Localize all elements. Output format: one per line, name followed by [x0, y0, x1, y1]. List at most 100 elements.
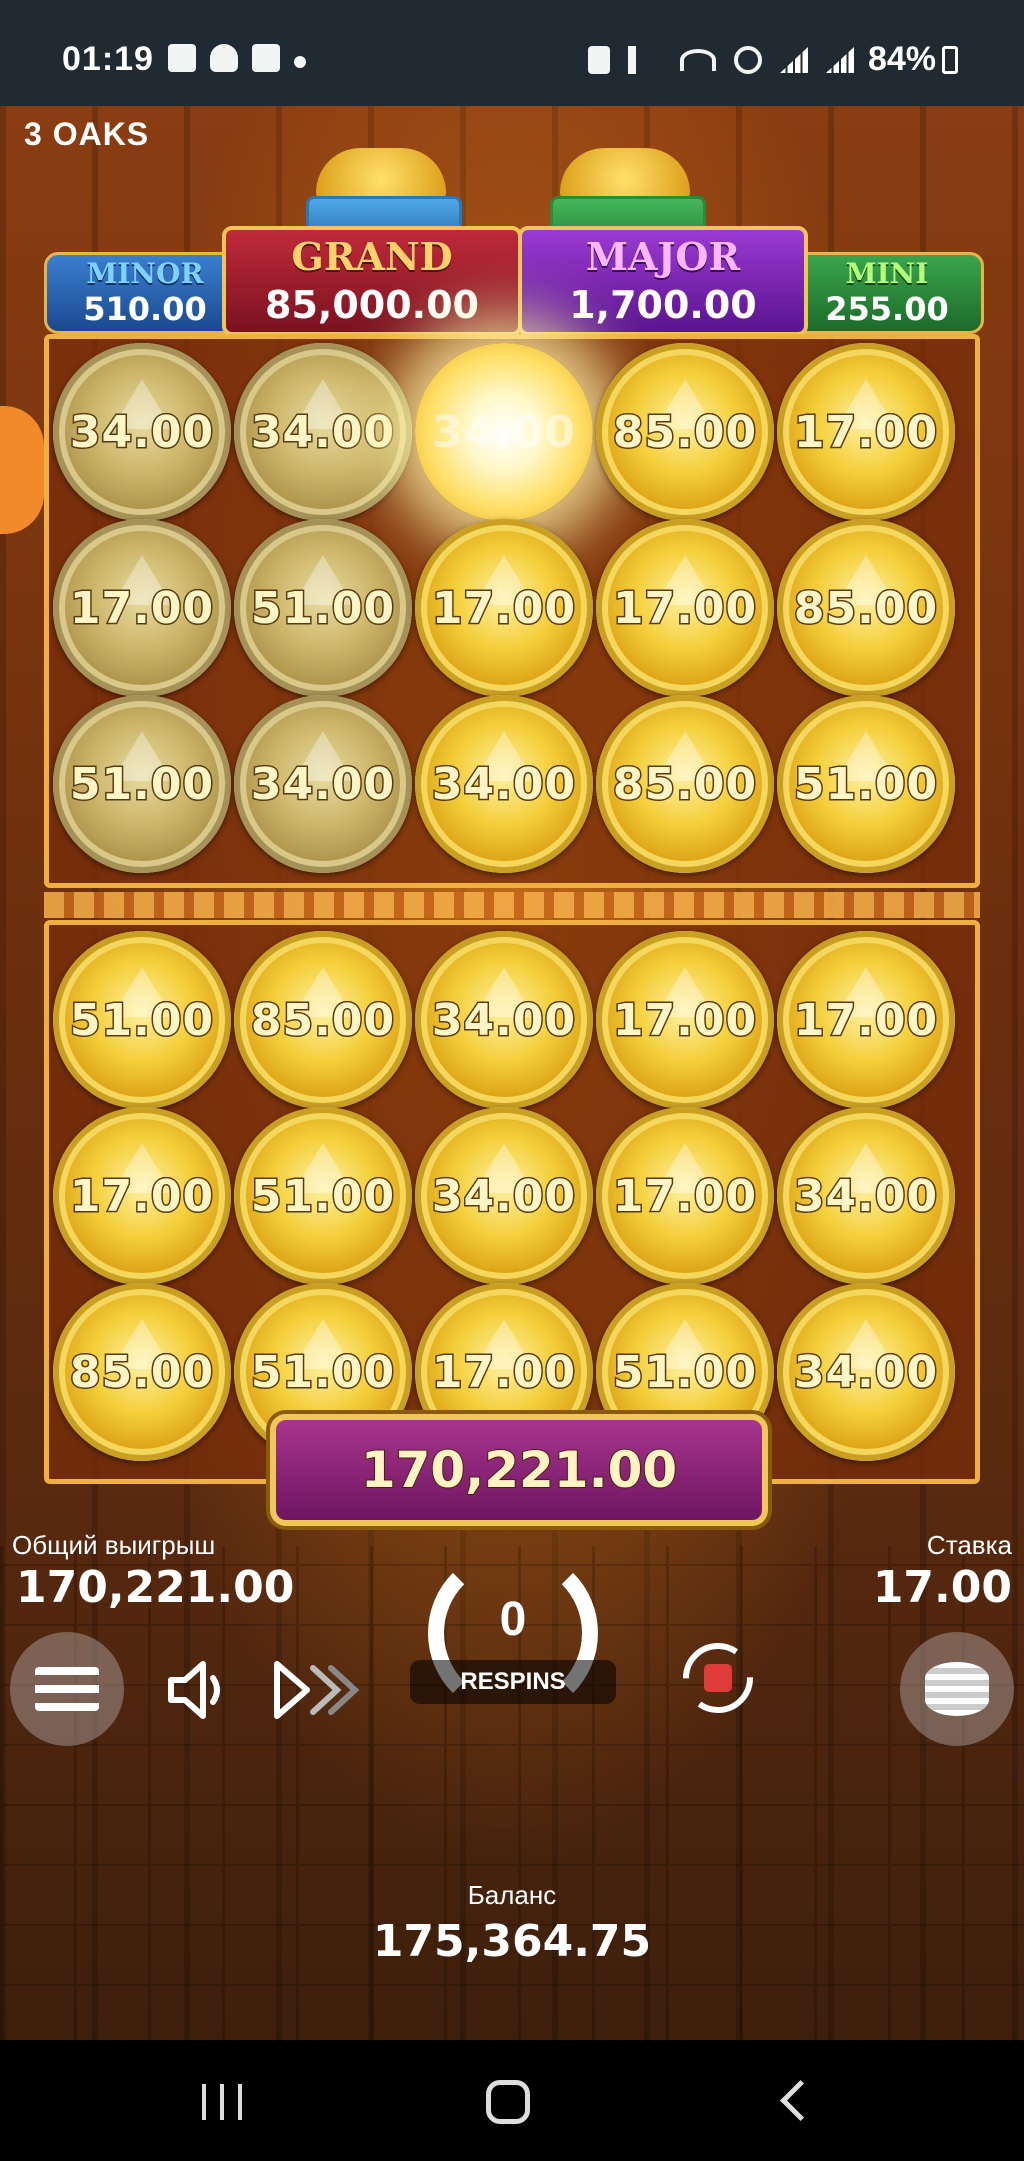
sound-button[interactable]: [160, 1650, 240, 1730]
coin-symbol: 34.00: [415, 931, 593, 1109]
coin-symbol: 17.00: [53, 1107, 231, 1285]
coin-value: 85.00: [611, 405, 758, 459]
coin-value: 17.00: [792, 405, 939, 459]
coin-value: 17.00: [68, 1169, 215, 1223]
coin-value: 34.00: [430, 993, 577, 1047]
coin-symbol: 85.00: [777, 519, 955, 697]
coin-symbol: 51.00: [53, 695, 231, 873]
coin-symbol: 34.00: [415, 1107, 593, 1285]
lock-icon: [588, 46, 610, 74]
spin-button[interactable]: 0 RESPINS: [410, 1548, 616, 1718]
hamburger-icon: [35, 1667, 99, 1711]
game-area[interactable]: 3 OAKS MINOR 510.00 MINI 255.00 GRAND 85…: [0, 106, 1024, 2040]
jackpot-minor-label: MINOR: [86, 257, 204, 290]
gallery-icon: [168, 44, 196, 72]
coin-value: 34.00: [249, 405, 396, 459]
side-panel-tab[interactable]: [0, 406, 44, 534]
coin-symbol: 51.00: [777, 695, 955, 873]
coin-symbol: 34.00: [53, 343, 231, 521]
bet-settings-button[interactable]: [900, 1632, 1014, 1746]
coin-value: 85.00: [611, 757, 758, 811]
system-icons: [588, 46, 854, 74]
fast-forward-icon: [274, 1661, 359, 1719]
jackpot-mini-label: MINI: [845, 257, 929, 290]
coin-value: 85.00: [792, 581, 939, 635]
bell-icon: [210, 44, 238, 72]
turbo-button[interactable]: [266, 1650, 362, 1730]
jackpot-major-label: MAJOR: [585, 234, 741, 279]
battery-percent: 84%: [867, 40, 936, 78]
autoplay-stop-icon: [683, 1643, 753, 1713]
coin-symbol: 34.00: [415, 695, 593, 873]
coin-value: 17.00: [792, 993, 939, 1047]
coin-symbol: 17.00: [777, 931, 955, 1109]
coin-symbol: 17.00: [53, 519, 231, 697]
coin-value: 17.00: [68, 581, 215, 635]
coin-value: 34.00: [68, 405, 215, 459]
coin-symbol: 51.00: [234, 519, 412, 697]
total-win-banner: 170,221.00: [270, 1414, 768, 1526]
speaker-icon: [168, 1661, 220, 1719]
balance-label: Баланс: [467, 1880, 557, 1910]
menu-button[interactable]: [10, 1632, 124, 1746]
notification-icons: [168, 44, 306, 72]
coin-value: 17.00: [430, 581, 577, 635]
coin-value: 17.00: [611, 993, 758, 1047]
coin-symbol: 34.00: [777, 1283, 955, 1461]
coin-value: 34.00: [430, 757, 577, 811]
jackpot-grand: GRAND 85,000.00: [222, 226, 522, 336]
jackpot-mini: MINI 255.00: [790, 252, 984, 334]
app-notification-icon: [252, 44, 280, 72]
coin-stack-icon: [925, 1662, 989, 1716]
brand-logo: 3 OAKS: [24, 116, 150, 152]
home-icon[interactable]: [486, 2080, 530, 2124]
jackpot-grand-label: GRAND: [291, 234, 453, 279]
coin-value: 34.00: [792, 1345, 939, 1399]
total-win-label: Общий выигрыш: [12, 1530, 216, 1560]
coin-symbol: 34.00: [234, 695, 412, 873]
bet-label: Ставка: [926, 1530, 1012, 1560]
coin-value: 17.00: [611, 581, 758, 635]
total-win-banner-value: 170,221.00: [360, 1440, 678, 1500]
coin-value: 34.00: [792, 1169, 939, 1223]
wifi-call-icon: [734, 46, 762, 74]
wifi-icon: [680, 49, 716, 71]
battery-icon: [942, 46, 958, 74]
total-win-value: 170,221.00: [16, 1562, 295, 1613]
coin-symbol: 51.00: [234, 1107, 412, 1285]
coin-value: 34.00: [430, 1169, 577, 1223]
autoplay-button[interactable]: [676, 1636, 760, 1720]
coin-symbol: 51.00: [53, 931, 231, 1109]
recent-apps-icon[interactable]: [202, 2084, 242, 2120]
balance-value: 175,364.75: [372, 1916, 652, 1967]
coin-value: 51.00: [611, 1345, 758, 1399]
jackpot-minor: MINOR 510.00: [44, 252, 246, 334]
jackpot-major-value: 1,700.00: [569, 283, 757, 327]
coin-symbol: 17.00: [596, 931, 774, 1109]
coin-value: 85.00: [68, 1345, 215, 1399]
bet-value: 17.00: [872, 1562, 1012, 1613]
coin-value: 51.00: [68, 993, 215, 1047]
coin-value: 34.00: [249, 757, 396, 811]
coin-symbol: 85.00: [234, 931, 412, 1109]
coin-value: 51.00: [249, 1345, 396, 1399]
jackpot-minor-value: 510.00: [83, 290, 207, 328]
respins-label: RESPINS: [410, 1660, 616, 1704]
respins-count: 0: [499, 1593, 527, 1646]
coin-value: 17.00: [611, 1169, 758, 1223]
mute-icon: [628, 46, 662, 74]
coin-symbol: 17.00: [777, 343, 955, 521]
reel-grid-bottom: 51.00 85.00 34.00 17.00 17.00 17.00 51.0…: [44, 920, 980, 1484]
coin-symbol: 17.00: [596, 1107, 774, 1285]
coin-value: 51.00: [68, 757, 215, 811]
signal-icon-2: [826, 47, 854, 73]
coin-symbol: 85.00: [53, 1283, 231, 1461]
coin-value: 51.00: [792, 757, 939, 811]
reel-grid-top: 34.00 34.00 34.00 85.00 17.00 17.00 51.0…: [44, 334, 980, 888]
coin-symbol: 85.00: [596, 695, 774, 873]
coin-symbol: 17.00: [415, 519, 593, 697]
coin-value: 85.00: [249, 993, 396, 1047]
coin-value: 51.00: [249, 581, 396, 635]
back-icon[interactable]: [779, 2079, 822, 2122]
coin-value: 17.00: [430, 1345, 577, 1399]
